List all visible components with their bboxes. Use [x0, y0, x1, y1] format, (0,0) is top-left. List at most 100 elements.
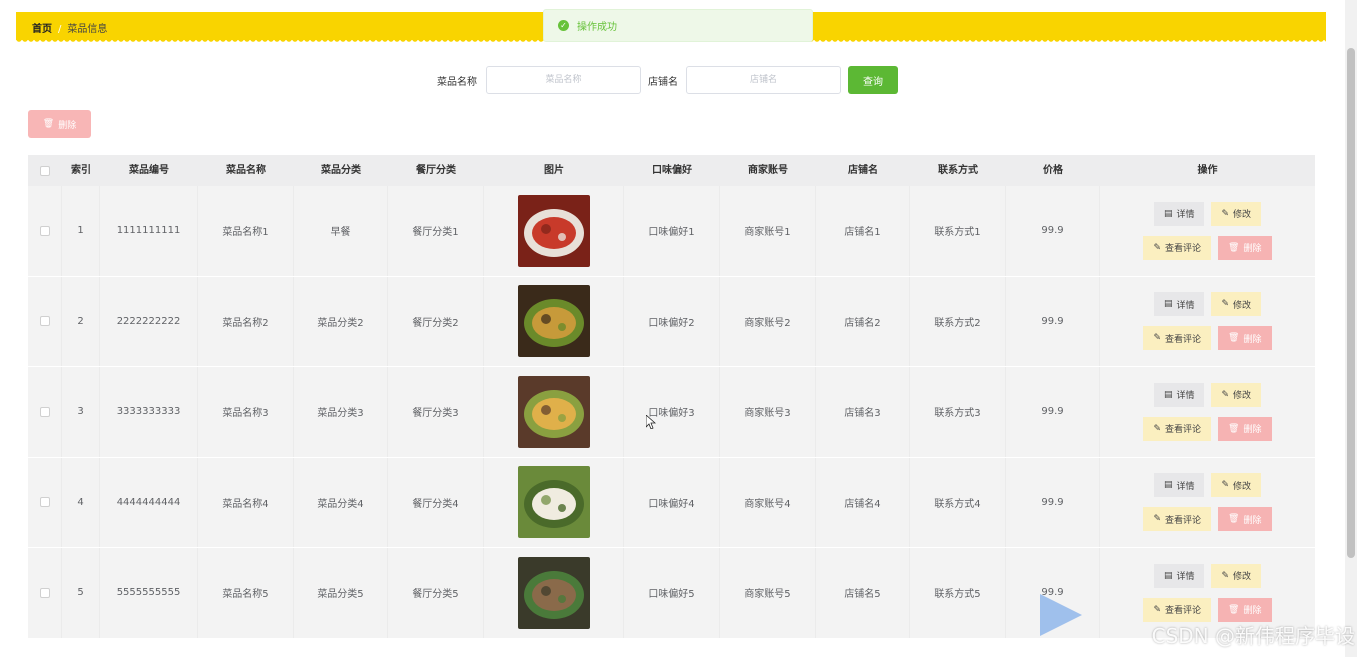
view-comments-button[interactable]: ✎ 查看评论: [1143, 326, 1212, 351]
delete-button[interactable]: 🗑 删除: [1218, 235, 1272, 260]
row-image-cell: [484, 367, 624, 457]
dish-name-input[interactable]: [486, 66, 641, 94]
select-all-checkbox[interactable]: [40, 165, 50, 176]
batch-delete-label: 删除: [58, 120, 77, 131]
edit-button[interactable]: ✎ 修改: [1211, 563, 1262, 588]
row-select-cell: [28, 457, 62, 547]
header-taste: 口味偏好: [652, 165, 692, 176]
row-category: 早餐: [294, 186, 388, 276]
row-price: 99.9: [1006, 367, 1100, 457]
table-row: 3 3333333333 菜品名称3 菜品分类3 餐厅分类3 口味偏好3 商家账号3 店铺名…: [28, 367, 1315, 458]
delete-label: 删除: [1243, 425, 1262, 436]
header-shop: 店铺名: [848, 165, 878, 176]
pencil-icon: ✎: [1153, 514, 1162, 525]
view-comments-button[interactable]: ✎ 查看评论: [1143, 235, 1212, 260]
breadcrumb-home[interactable]: 首页: [32, 24, 52, 35]
detail-button[interactable]: ▤ 详情: [1153, 382, 1205, 407]
delete-button[interactable]: 🗑 删除: [1218, 326, 1272, 351]
watermark: CSDN @新伟程序毕设: [1151, 624, 1355, 648]
name-label: 菜品名称: [437, 77, 477, 88]
row-price: 99.9: [1006, 457, 1100, 547]
row-name: 菜品名称1: [198, 186, 294, 276]
dish-image[interactable]: [517, 375, 590, 448]
view-comments-label: 查看评论: [1165, 606, 1202, 617]
view-comments-button[interactable]: ✎ 查看评论: [1143, 507, 1212, 532]
view-comments-button[interactable]: ✎ 查看评论: [1143, 597, 1212, 622]
view-comments-label: 查看评论: [1165, 515, 1202, 526]
table-body: 1 1111111111 菜品名称1 早餐 餐厅分类1 口味偏好1 商家账号1 店铺名1 联系…: [28, 186, 1315, 639]
row-index: 3: [62, 367, 100, 457]
header-code: 菜品编号: [129, 165, 169, 176]
row-shop: 店铺名2: [816, 276, 910, 366]
edit-button[interactable]: ✎ 修改: [1211, 292, 1262, 317]
delete-button[interactable]: 🗑 删除: [1218, 507, 1272, 532]
header-actions: 操作: [1197, 165, 1218, 176]
detail-label: 详情: [1176, 210, 1195, 221]
row-account: 商家账号3: [720, 367, 816, 457]
row-checkbox[interactable]: [39, 587, 50, 598]
row-code: 2222222222: [100, 276, 198, 366]
header-name: 菜品名称: [226, 165, 266, 176]
row-actions: ▤ 详情 ✎ 修改 ✎ 查看评论 🗑 删除: [1100, 277, 1315, 367]
edit-button[interactable]: ✎ 修改: [1211, 382, 1262, 407]
detail-button[interactable]: ▤ 详情: [1153, 563, 1205, 588]
trash-icon: 🗑: [1228, 604, 1240, 615]
row-image-cell: [484, 457, 624, 547]
view-comments-button[interactable]: ✎ 查看评论: [1143, 416, 1212, 441]
row-code: 1111111111: [100, 186, 198, 276]
edit-button[interactable]: ✎ 修改: [1211, 201, 1262, 226]
edit-button[interactable]: ✎ 修改: [1211, 473, 1262, 498]
detail-button[interactable]: ▤ 详情: [1153, 201, 1205, 226]
row-contact: 联系方式4: [910, 457, 1006, 547]
document-icon: ▤: [1163, 208, 1173, 219]
header-image: 图片: [544, 165, 564, 176]
view-comments-label: 查看评论: [1165, 244, 1202, 255]
row-name: 菜品名称4: [198, 457, 294, 547]
row-select-cell: [28, 367, 62, 457]
dish-image[interactable]: [517, 556, 590, 629]
check-circle-icon: ✓: [558, 20, 569, 31]
shop-name-input[interactable]: [686, 66, 841, 94]
row-account: 商家账号5: [720, 548, 816, 638]
document-icon: ▤: [1163, 480, 1173, 491]
detail-label: 详情: [1176, 481, 1195, 492]
pencil-icon: ✎: [1221, 570, 1230, 581]
edit-label: 修改: [1233, 210, 1252, 221]
detail-button[interactable]: ▤ 详情: [1153, 292, 1205, 317]
row-checkbox[interactable]: [39, 316, 50, 327]
select-all-cell: [28, 155, 62, 186]
detail-button[interactable]: ▤ 详情: [1153, 473, 1205, 498]
table-row: 4 4444444444 菜品名称4 菜品分类4 餐厅分类4 口味偏好4 商家账号4 店铺名…: [28, 457, 1315, 548]
row-price: 99.9: [1006, 186, 1100, 276]
view-comments-label: 查看评论: [1165, 425, 1202, 436]
breadcrumb-separator: /: [58, 24, 62, 35]
dish-image[interactable]: [517, 194, 590, 267]
vertical-scrollbar[interactable]: [1345, 0, 1357, 657]
dish-image[interactable]: [517, 285, 590, 358]
detail-label: 详情: [1176, 572, 1195, 583]
document-icon: ▤: [1163, 299, 1173, 310]
dish-image[interactable]: [517, 466, 590, 539]
breadcrumb: 首页 / 菜品信息: [32, 20, 107, 35]
delete-label: 删除: [1243, 334, 1262, 345]
scrollbar-thumb[interactable]: [1347, 48, 1355, 558]
query-button[interactable]: 查询: [848, 66, 898, 94]
delete-button[interactable]: 🗑 删除: [1218, 416, 1272, 441]
batch-delete-button[interactable]: 🗑 删除: [28, 110, 91, 138]
document-icon: ▤: [1163, 570, 1173, 581]
toast-message: 操作成功: [577, 22, 617, 33]
row-category: 菜品分类2: [294, 276, 388, 366]
row-checkbox[interactable]: [39, 406, 50, 417]
row-image-cell: [484, 276, 624, 366]
detail-label: 详情: [1176, 391, 1195, 402]
row-checkbox[interactable]: [39, 497, 50, 508]
edit-label: 修改: [1233, 300, 1252, 311]
play-logo-icon: [1040, 594, 1082, 636]
row-shop: 店铺名1: [816, 186, 910, 276]
row-checkbox[interactable]: [39, 225, 50, 236]
row-actions: ▤ 详情 ✎ 修改 ✎ 查看评论 🗑 删除: [1100, 186, 1315, 276]
row-index: 2: [62, 276, 100, 366]
trash-icon: 🗑: [1228, 333, 1240, 344]
delete-button[interactable]: 🗑 删除: [1218, 597, 1272, 622]
row-index: 4: [62, 457, 100, 547]
